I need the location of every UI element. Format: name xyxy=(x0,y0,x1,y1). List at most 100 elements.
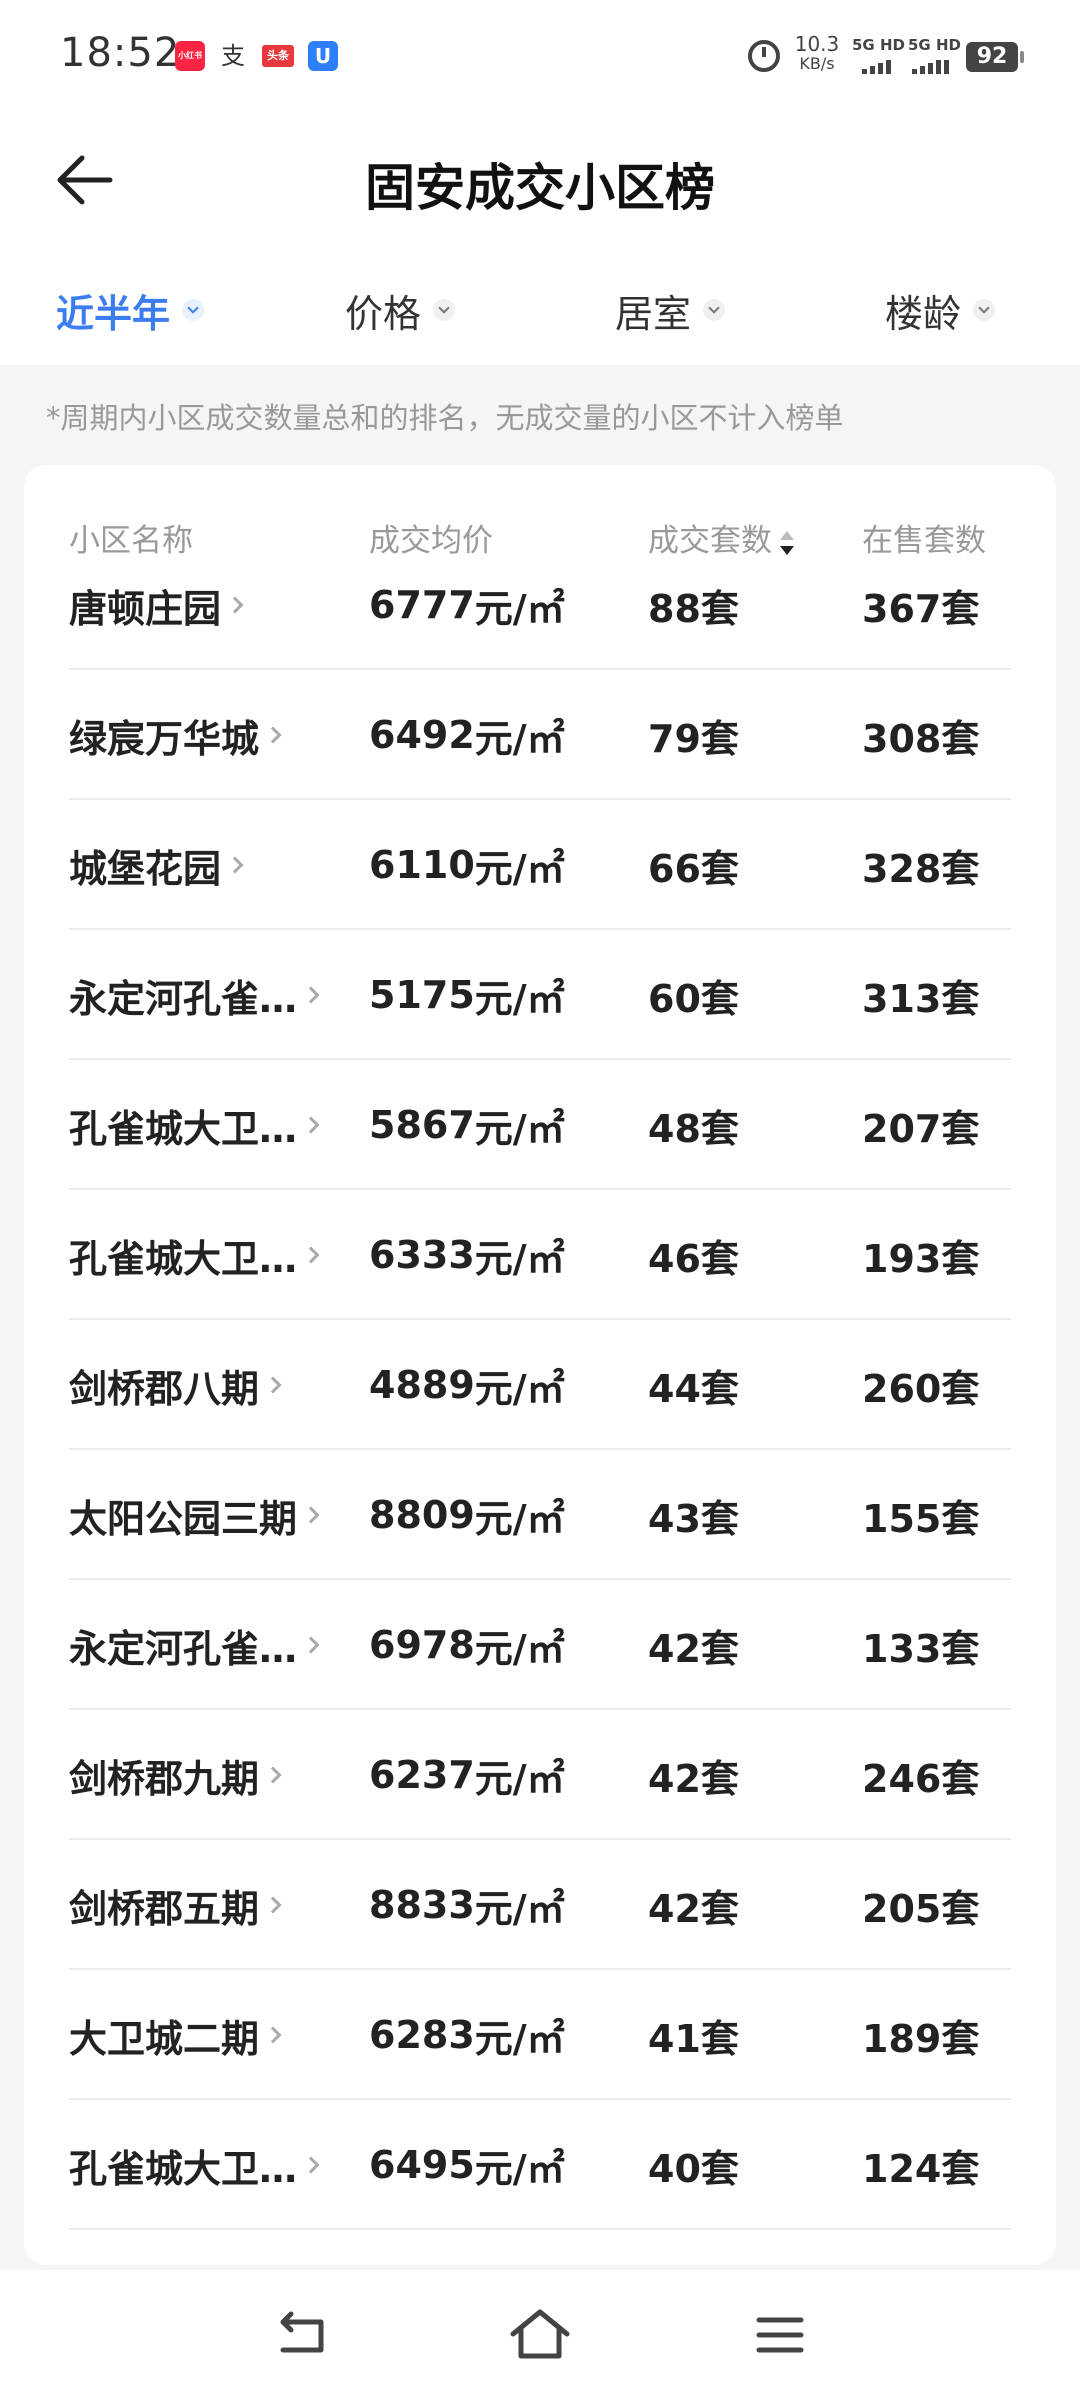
on-sale-count: 133套 xyxy=(862,1626,980,1671)
community-name-text: 孔雀城大卫… xyxy=(69,1236,298,1281)
table-row[interactable]: 永定河孔雀… 6978 元/㎡ 42套 133套 xyxy=(24,1580,1056,1710)
table-row[interactable]: 绿宸万华城 6492 元/㎡ 79套 308套 xyxy=(24,670,1056,800)
community-name[interactable]: 绿宸万华城 xyxy=(69,670,369,800)
avg-price-value: 8833 xyxy=(369,1883,475,1927)
chevron-right-icon xyxy=(264,726,282,744)
community-name-text: 永定河孔雀… xyxy=(69,1626,298,1671)
community-name[interactable]: 孔雀城大卫… xyxy=(69,1060,369,1190)
chevron-right-icon xyxy=(302,986,320,1004)
price-unit: 元/㎡ xyxy=(474,1496,565,1541)
price-unit: 元/㎡ xyxy=(474,846,565,891)
price-unit: 元/㎡ xyxy=(474,2016,565,2061)
table-row[interactable]: 剑桥郡九期 6237 元/㎡ 42套 246套 xyxy=(24,1710,1056,1840)
chevron-right-icon xyxy=(302,1246,320,1264)
signal-bars-2-icon xyxy=(912,58,949,74)
avg-price-value: 4889 xyxy=(369,1363,475,1407)
table-row[interactable]: 孔雀城大卫… 6495 元/㎡ 40套 124套 xyxy=(24,2100,1056,2230)
filter-price[interactable]: 价格 xyxy=(345,280,456,340)
community-name[interactable]: 唐顿庄园 xyxy=(69,540,369,670)
deal-count: 42套 xyxy=(648,1886,739,1931)
table-row[interactable]: 唐顿庄园 6777 元/㎡ 88套 367套 xyxy=(24,540,1056,670)
table-row[interactable]: 剑桥郡五期 8833 元/㎡ 42套 205套 xyxy=(24,1840,1056,1970)
community-name[interactable]: 永定河孔雀… xyxy=(69,930,369,1060)
deal-count: 79套 xyxy=(648,716,739,761)
community-name[interactable]: 剑桥郡八期 xyxy=(69,1320,369,1450)
community-name[interactable]: 孔雀城大卫… xyxy=(69,1190,369,1320)
net-speed: 10.3 KB/s xyxy=(792,34,842,74)
deal-count: 43套 xyxy=(648,1496,739,1541)
table-row[interactable]: 永定河孔雀… 5175 元/㎡ 60套 313套 xyxy=(24,930,1056,1060)
filter-rooms[interactable]: 居室 xyxy=(615,280,726,340)
net-speed-unit: KB/s xyxy=(799,54,835,73)
avg-price-value: 5867 xyxy=(369,1103,475,1147)
chevron-right-icon xyxy=(226,856,244,874)
chevron-right-icon xyxy=(302,1636,320,1654)
on-sale-count: 124套 xyxy=(862,2146,980,2191)
back-nav-icon[interactable] xyxy=(265,2300,335,2370)
community-name[interactable]: 孔雀城大卫… xyxy=(69,2100,369,2230)
chevron-right-icon xyxy=(264,2026,282,2044)
table-row[interactable]: 剑桥郡八期 4889 元/㎡ 44套 260套 xyxy=(24,1320,1056,1450)
table-row[interactable]: 太阳公园三期 8809 元/㎡ 43套 155套 xyxy=(24,1450,1056,1580)
avg-price-value: 6110 xyxy=(369,843,475,887)
chevron-right-icon xyxy=(264,1766,282,1784)
filter-period[interactable]: 近半年 xyxy=(56,280,205,340)
avg-price: 6495 元/㎡ xyxy=(369,2100,565,2230)
avg-price: 6283 元/㎡ xyxy=(369,1970,565,2100)
deal-count: 44套 xyxy=(648,1366,739,1411)
home-nav-icon[interactable] xyxy=(505,2300,575,2370)
avg-price-value: 6978 xyxy=(369,1623,475,1667)
avg-price: 6237 元/㎡ xyxy=(369,1710,565,1840)
community-name[interactable]: 太阳公园三期 xyxy=(69,1450,369,1580)
chevron-down-icon xyxy=(973,299,996,321)
filter-period-label: 近半年 xyxy=(56,291,171,336)
filter-building-age[interactable]: 楼龄 xyxy=(885,280,996,340)
avg-price-value: 8809 xyxy=(369,1493,475,1537)
table-row[interactable]: 大卫城二期 6283 元/㎡ 41套 189套 xyxy=(24,1970,1056,2100)
deal-count: 60套 xyxy=(648,976,739,1021)
table-row[interactable]: 孔雀城大卫… 5867 元/㎡ 48套 207套 xyxy=(24,1060,1056,1190)
security-icon: U xyxy=(308,41,338,71)
chevron-right-icon xyxy=(264,1376,282,1394)
avg-price: 6110 元/㎡ xyxy=(369,800,565,930)
on-sale-count: 313套 xyxy=(862,976,980,1021)
community-name-text: 大卫城二期 xyxy=(69,2016,260,2061)
price-unit: 元/㎡ xyxy=(474,1366,565,1411)
community-name[interactable]: 剑桥郡五期 xyxy=(69,1840,369,1970)
on-sale-count: 193套 xyxy=(862,1236,980,1281)
filter-building-age-label: 楼龄 xyxy=(885,291,962,336)
avg-price-value: 5175 xyxy=(369,973,475,1017)
deal-count: 42套 xyxy=(648,1756,739,1801)
sim1-label: 5G HD xyxy=(852,36,905,54)
community-name[interactable]: 剑桥郡九期 xyxy=(69,1710,369,1840)
on-sale-count: 328套 xyxy=(862,846,980,891)
deal-count: 40套 xyxy=(648,2146,739,2191)
system-nav-bar xyxy=(0,2270,1080,2400)
deal-count: 42套 xyxy=(648,1626,739,1671)
on-sale-count: 246套 xyxy=(862,1756,980,1801)
battery-icon: 92 xyxy=(966,42,1024,72)
price-unit: 元/㎡ xyxy=(474,1626,565,1671)
menu-nav-icon[interactable] xyxy=(745,2300,815,2370)
community-name[interactable]: 大卫城二期 xyxy=(69,1970,369,2100)
table-row[interactable]: 孔雀城大卫… 6333 元/㎡ 46套 193套 xyxy=(24,1190,1056,1320)
on-sale-count: 308套 xyxy=(862,716,980,761)
on-sale-count: 189套 xyxy=(862,2016,980,2061)
page-title: 固安成交小区榜 xyxy=(365,159,715,217)
chevron-right-icon xyxy=(226,596,244,614)
table-row[interactable]: 城堡花园 6110 元/㎡ 66套 328套 xyxy=(24,800,1056,930)
ranking-note: *周期内小区成交数量总和的排名，无成交量的小区不计入榜单 xyxy=(46,401,844,435)
community-name[interactable]: 城堡花园 xyxy=(69,800,369,930)
community-name-text: 剑桥郡五期 xyxy=(69,1886,260,1931)
alipay-icon: 支 xyxy=(221,42,245,70)
deal-count: 41套 xyxy=(648,2016,739,2061)
chevron-right-icon xyxy=(302,1506,320,1524)
ranking-table: 小区名称 成交均价 成交套数 在售套数 唐顿庄园 6777 元/㎡ 88套 367套 绿宸… xyxy=(24,465,1056,2265)
community-name[interactable]: 永定河孔雀… xyxy=(69,1580,369,1710)
avg-price-value: 6492 xyxy=(369,713,475,757)
deal-count: 48套 xyxy=(648,1106,739,1151)
price-unit: 元/㎡ xyxy=(474,1886,565,1931)
chevron-right-icon xyxy=(264,1896,282,1914)
deal-count: 88套 xyxy=(648,586,739,631)
avg-price: 6978 元/㎡ xyxy=(369,1580,565,1710)
